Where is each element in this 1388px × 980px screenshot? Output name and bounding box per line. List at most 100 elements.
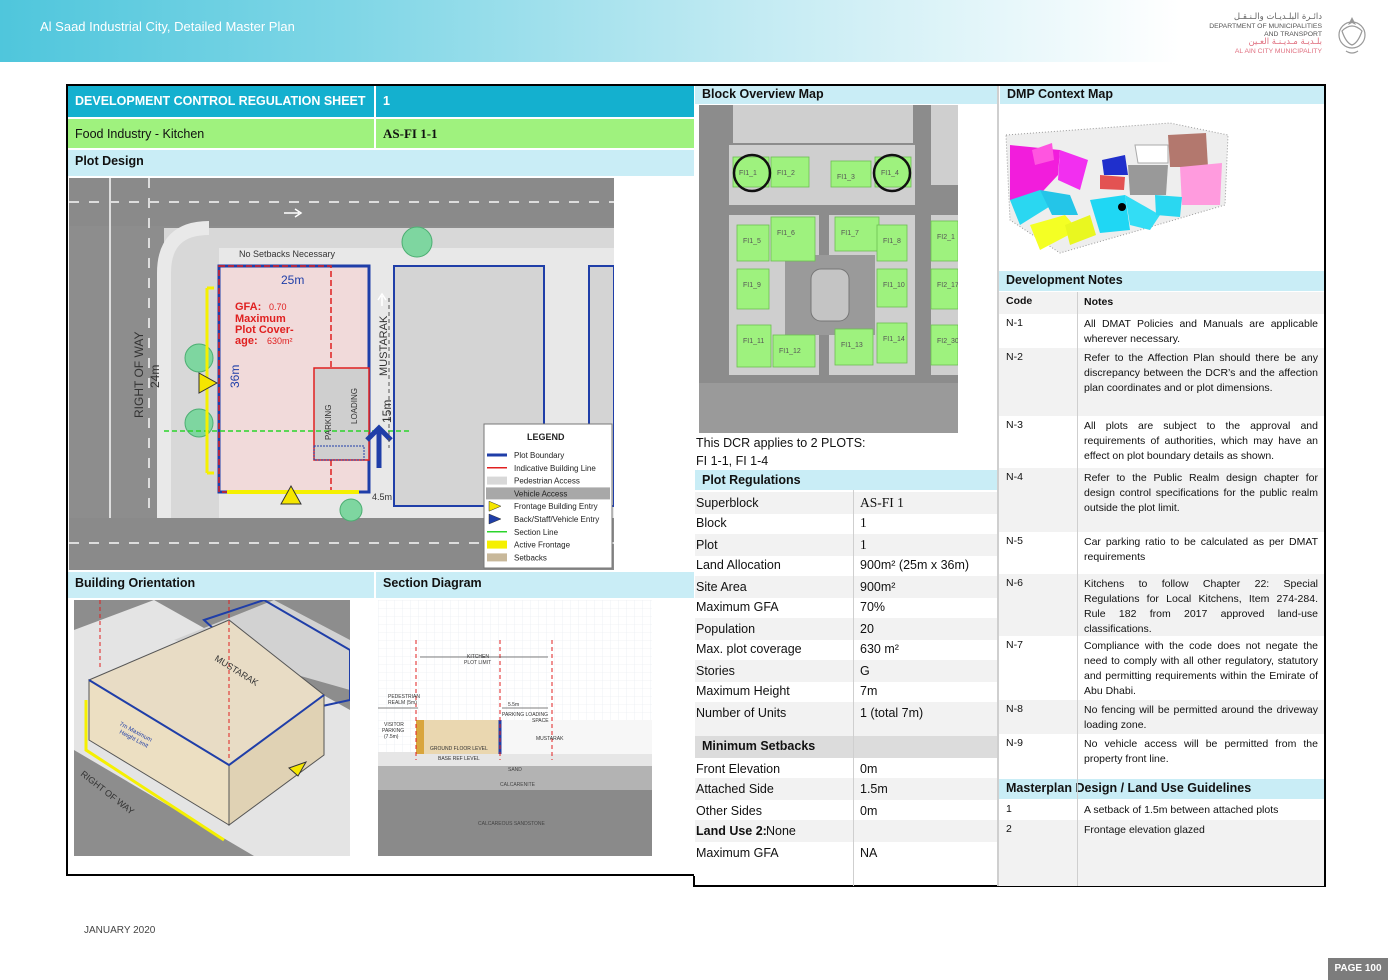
pedestrian-realm-label: REALM (5m) xyxy=(388,700,417,706)
regulation-key: Land Allocation xyxy=(696,558,781,572)
block-plot-label: FI1_11 xyxy=(743,338,764,345)
block-plot-label: FI2_17 xyxy=(937,282,958,289)
block-plot xyxy=(876,322,908,364)
block-plot xyxy=(930,220,958,262)
legend-label: Setbacks xyxy=(514,553,547,562)
mustarak-label: MUSTARAK xyxy=(378,315,390,376)
applies-to-plots: FI 1-1, FI 1-4 xyxy=(696,454,769,468)
legend-title: LEGEND xyxy=(527,432,565,442)
legend-label: Pedestrian Access xyxy=(514,477,580,486)
block-plot-label: FI1_1 xyxy=(739,170,757,177)
regulation-key: Plot xyxy=(696,538,718,552)
plot-depth-label: 36m xyxy=(228,365,242,388)
logo-arabic-dept: دائـرة البلـديـات والـنـقـل xyxy=(1233,12,1322,22)
development-note-row: N-2 Refer to the Affection Plan should th… xyxy=(998,348,1324,416)
regulation-row: Plot 1 xyxy=(695,534,997,556)
guideline-number: 2 xyxy=(1006,823,1012,835)
no-setbacks-label: No Setbacks Necessary xyxy=(239,249,336,259)
legend-swatch xyxy=(487,553,507,562)
regulation-key: Site Area xyxy=(696,580,747,594)
loading-label: LOADING xyxy=(350,388,359,424)
block-plot-label: FI1_14 xyxy=(883,336,905,343)
note-code: N-7 xyxy=(1006,639,1023,651)
legend-label: Vehicle Access xyxy=(514,489,567,498)
block-plot-label: FI1_5 xyxy=(743,238,761,245)
block-plot-label: FI1_9 xyxy=(743,282,761,289)
note-text: No fencing will be permitted around the … xyxy=(1084,704,1318,731)
block-plot-label: FI1_2 xyxy=(777,170,795,177)
regulation-row: Maximum Height 7m xyxy=(695,680,997,702)
land-use-2-val: NA xyxy=(860,846,878,860)
development-note-row: N-4 Refer to the Public Realm design chap… xyxy=(998,468,1324,532)
regulation-row: Number of Units 1 (total 7m) xyxy=(695,702,997,736)
block-plot xyxy=(930,268,958,310)
regulation-value: 1 xyxy=(860,537,867,552)
section-diagram-header: Section Diagram xyxy=(376,572,694,598)
setback-key: Front Elevation xyxy=(696,762,781,776)
note-code: N-2 xyxy=(1006,351,1023,363)
guidelines-header: Masterplan Design / Land Use Guidelines xyxy=(999,779,1324,799)
note-code: N-6 xyxy=(1006,577,1023,589)
dmp-context-header: DMP Context Map xyxy=(1000,86,1324,104)
regulation-key: Block xyxy=(696,516,727,530)
row-width-label: 24m xyxy=(148,365,162,388)
logo-arabic-city: بلـديـة مـديـنـة العـين xyxy=(1248,37,1323,48)
land-use-2-key: Maximum GFA xyxy=(696,846,779,860)
block-overview-header: Block Overview Map xyxy=(695,86,997,104)
block-plot-label: FI1_13 xyxy=(841,342,863,349)
regulation-value: 900m² xyxy=(860,580,896,594)
land-use-2-label: Land Use 2: xyxy=(696,824,767,838)
block-plot-label: FI1_10 xyxy=(883,282,905,289)
applies-to-label: This DCR applies to 2 PLOTS: xyxy=(696,436,866,450)
note-code: N-1 xyxy=(1006,317,1023,329)
block-plot xyxy=(770,216,816,262)
regulation-row: Stories G xyxy=(695,660,997,682)
sheet-number: 1 xyxy=(376,86,694,117)
notes-divider xyxy=(1077,292,1078,886)
regulation-key: Maximum GFA xyxy=(696,600,779,614)
regulation-row: Maximum GFA 70% xyxy=(695,596,997,618)
logo-english-city: AL AIN CITY MUNICIPALITY xyxy=(1234,48,1322,56)
development-note-row: N-3 All plots are subject to the approval… xyxy=(998,416,1324,468)
legend-label: Back/Staff/Vehicle Entry xyxy=(514,515,599,524)
regulation-row: Block 1 xyxy=(695,512,997,534)
width-45m-label: 4.5m xyxy=(372,492,392,502)
guideline-row: 2 Frontage elevation glazed xyxy=(998,820,1324,886)
note-text: All DMAT Policies and Manuals are applic… xyxy=(1084,318,1318,345)
land-use-label: Food Industry - Kitchen xyxy=(68,119,374,148)
block-plot-label: FI1_7 xyxy=(841,230,859,237)
row-label: RIGHT OF WAY xyxy=(132,332,146,418)
parking-label: PARKING xyxy=(324,405,333,440)
municipality-logo: دائـرة البلـديـات والـنـقـل DEPARTMENT O… xyxy=(1203,8,1378,60)
regulation-row: Site Area 900m² xyxy=(695,576,997,598)
guideline-number: 1 xyxy=(1006,803,1012,815)
block-plot xyxy=(930,324,958,366)
plot-code: AS-FI 1-1 xyxy=(376,119,694,148)
regulation-value: 1 xyxy=(860,515,867,530)
development-note-row: N-9 No vehicle access will be permitted f… xyxy=(998,734,1324,778)
regulation-value: 900m² (25m x 36m) xyxy=(860,558,970,572)
regulation-row: Population 20 xyxy=(695,618,997,640)
regulation-key: Number of Units xyxy=(696,706,787,720)
guideline-text: Frontage elevation glazed xyxy=(1084,824,1205,836)
block-plot-label: FI1_3 xyxy=(837,174,855,181)
visitor-width-label: (7.5m) xyxy=(384,734,399,740)
regulation-value: 7m xyxy=(860,684,878,698)
page-number: PAGE 100 xyxy=(1328,958,1388,980)
regulation-key: Stories xyxy=(696,664,735,678)
legend-swatch xyxy=(487,489,507,498)
ground-floor-label: GROUND FLOOR LEVEL xyxy=(430,746,488,752)
regulation-key: Population xyxy=(696,622,756,636)
max-coverage-label-3: age: xyxy=(235,335,258,347)
note-code: N-3 xyxy=(1006,419,1023,431)
note-code: N-4 xyxy=(1006,471,1023,483)
note-text: Car parking ratio to be calculated as pe… xyxy=(1084,536,1318,563)
plot-regulations-header: Plot Regulations xyxy=(695,470,997,490)
development-note-row: N-7 Compliance with the code does not neg… xyxy=(998,636,1324,700)
building-orientation-diagram: 7m Maximum Height Limit MUSTARAK RIGHT O… xyxy=(74,600,350,856)
notes-notes-header: Notes xyxy=(1084,296,1114,308)
regulation-row: Land Allocation 900m² (25m x 36m) xyxy=(695,554,997,576)
block-plot-label: FI1_12 xyxy=(779,348,801,355)
note-text: Compliance with the code does not negate… xyxy=(1084,640,1318,697)
regulation-key: Maximum Height xyxy=(696,684,790,698)
